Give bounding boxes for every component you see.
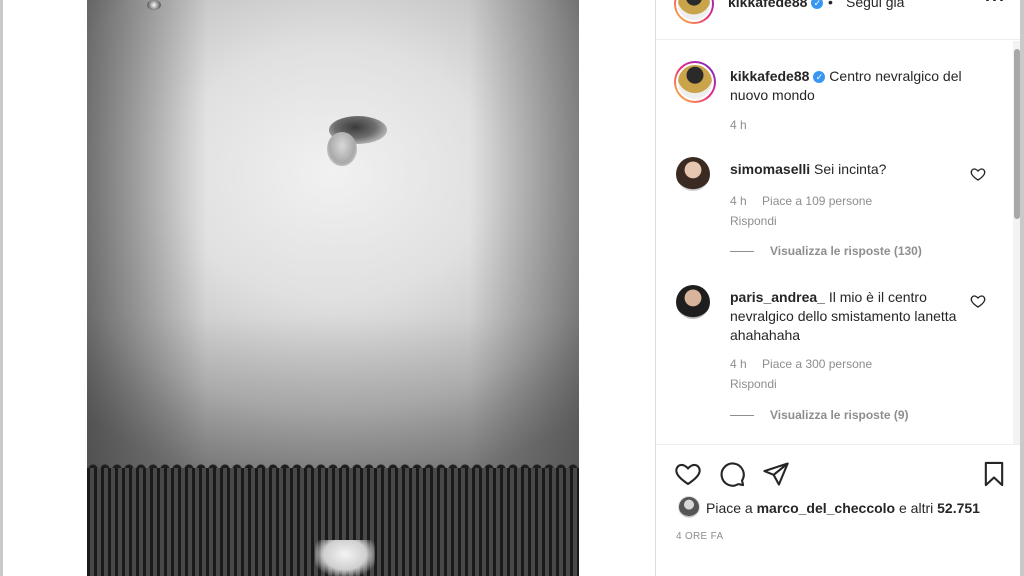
comment-meta: 4 h Piace a 300 persone Rispondi xyxy=(730,357,884,391)
view-replies-label: Visualizza le risposte (130) xyxy=(770,244,922,258)
post-timestamp[interactable]: 4 ORE FA xyxy=(676,531,723,542)
comment-text: paris_andrea_ Il mio è il centro nevralg… xyxy=(730,288,970,345)
paper-plane-icon[interactable] xyxy=(762,460,790,488)
comment-likes[interactable]: Piace a 300 persone xyxy=(762,357,872,371)
window-frame-right xyxy=(1020,0,1024,576)
reply-button[interactable]: Rispondi xyxy=(730,377,872,391)
likes-summary: Piace a marco_del_checcolo e altri 52.75… xyxy=(656,496,1021,524)
more-dots-icon[interactable]: ··· xyxy=(985,0,1006,11)
photo-bow xyxy=(315,540,375,576)
comment-meta: 4 h Piace a 109 persone Rispondi xyxy=(730,194,884,228)
reply-button[interactable]: Rispondi xyxy=(730,214,872,228)
post-media-area xyxy=(3,0,655,576)
bookmark-icon[interactable] xyxy=(980,460,1008,488)
heart-icon[interactable] xyxy=(674,460,702,488)
verified-badge-icon: ✓ xyxy=(813,71,826,83)
author-avatar[interactable] xyxy=(674,0,714,24)
post-actions-bar xyxy=(656,446,1021,500)
commenter-username[interactable]: simomaselli xyxy=(730,161,810,177)
comment-likes[interactable]: Piace a 109 persone xyxy=(762,194,872,208)
comment-heart-icon[interactable] xyxy=(970,293,986,309)
liker-username[interactable]: marco_del_checcolo xyxy=(757,500,896,516)
post-side-panel: kikkafede88 ✓ • Segui già ··· kikkafede88… xyxy=(655,0,1021,576)
commenter-avatar[interactable] xyxy=(676,285,710,319)
post-photo xyxy=(87,0,579,576)
author-username[interactable]: kikkafede88 ✓ xyxy=(728,0,824,10)
commenter-avatar[interactable] xyxy=(676,157,710,191)
liker-avatar[interactable] xyxy=(678,496,700,518)
caption-time[interactable]: 4 h xyxy=(730,118,747,132)
commenter-username[interactable]: paris_andrea_ xyxy=(730,289,825,305)
comment-body: Sei incinta? xyxy=(814,161,887,177)
caption-username[interactable]: kikkafede88 xyxy=(730,68,809,84)
likes-text: Piace a marco_del_checcolo e altri 52.75… xyxy=(706,500,980,516)
comment-time[interactable]: 4 h xyxy=(730,357,747,371)
comments-list[interactable]: kikkafede88 ✓ Centro nevralgico del nuovo… xyxy=(656,41,1021,445)
photo-piercing xyxy=(147,0,161,10)
view-replies-button[interactable]: Visualizza le risposte (130) xyxy=(730,244,922,258)
likes-count[interactable]: 52.751 xyxy=(937,500,980,516)
view-replies-label: Visualizza le risposte (9) xyxy=(770,408,909,422)
header-separator: • xyxy=(828,0,833,10)
caption-avatar[interactable] xyxy=(674,61,716,103)
comment-text: simomaselli Sei incinta? xyxy=(730,160,970,179)
comment-time[interactable]: 4 h xyxy=(730,194,747,208)
view-replies-button[interactable]: Visualizza le risposte (9) xyxy=(730,408,909,422)
caption-text: kikkafede88 ✓ Centro nevralgico del nuovo… xyxy=(730,67,990,105)
comment-bubble-icon[interactable] xyxy=(718,460,746,488)
post-header: kikkafede88 ✓ • Segui già ··· xyxy=(656,0,1021,40)
comment-heart-icon[interactable] xyxy=(970,166,986,182)
verified-badge-icon: ✓ xyxy=(811,0,824,9)
follow-status-button[interactable]: Segui già xyxy=(846,0,904,10)
